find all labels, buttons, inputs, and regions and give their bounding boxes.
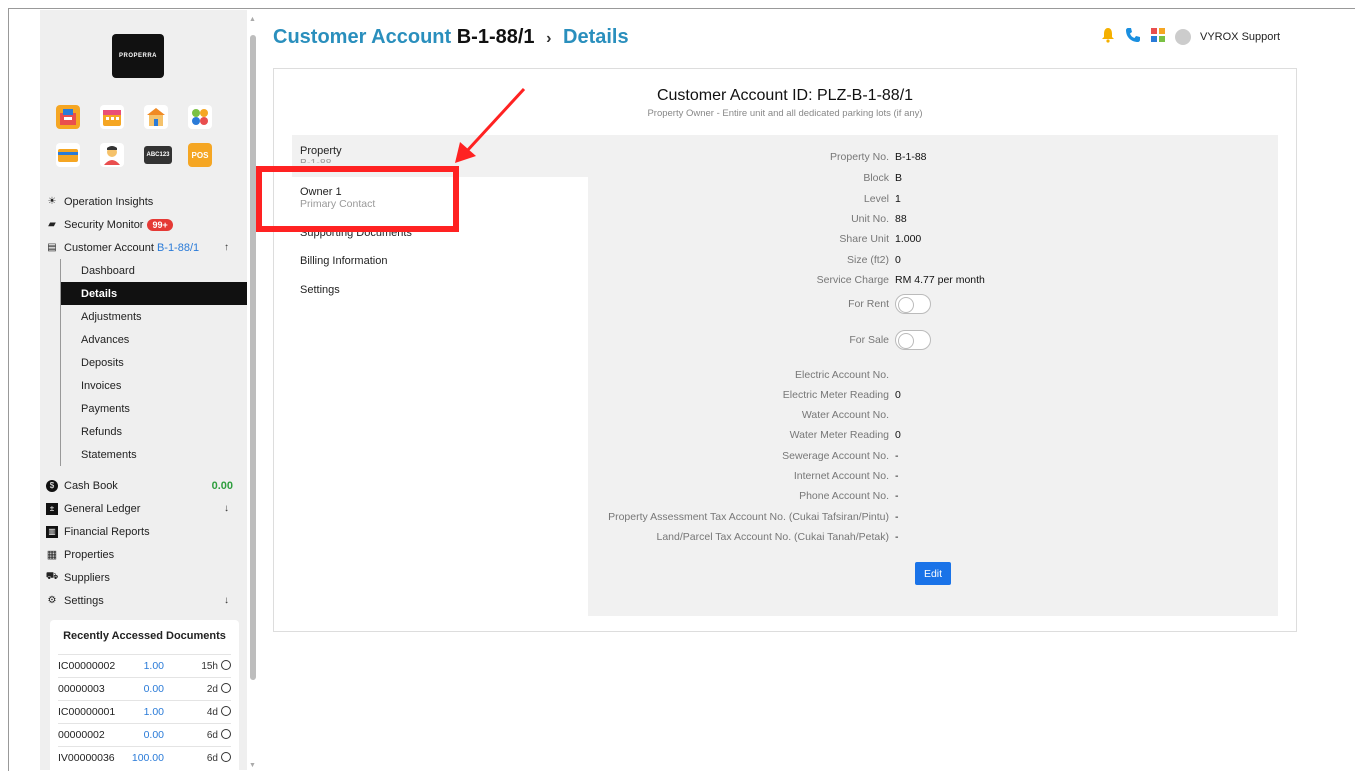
sidebar-sub-refunds[interactable]: Refunds [60,420,247,443]
for-sale-row: For Sale [588,330,1278,350]
customer-account-id: B-1-88/1 [156,241,200,254]
for-rent-toggle[interactable] [895,294,931,314]
recent-row[interactable]: 00000002 0.00 6d [58,723,231,746]
field-row: Sewerage Account No. - [782,450,899,462]
field-row: Property Assessment Tax Account No. (Cuk… [608,511,899,523]
field-row: Unit No. 88 [851,213,907,225]
field-row: Level 1 [863,193,901,205]
sidebar-item-suppliers[interactable]: ⛟ Suppliers [40,566,247,589]
field-row: Water Meter Reading 0 [789,429,901,441]
for-sale-toggle[interactable] [895,330,931,350]
field-row: Water Account No. [801,409,889,421]
recent-documents: Recently Accessed Documents IC00000002 1… [50,620,239,780]
collapse-arrow-icon[interactable]: ↑ [224,242,229,253]
lightbulb-icon: ☀ [47,196,57,207]
sidebar-sub-invoices[interactable]: Invoices [60,374,247,397]
clock-icon [221,660,231,670]
sidebar-item-settings[interactable]: ⚙ Settings ↓ [40,589,247,612]
recent-row[interactable]: IC00000001 1.00 4d [58,700,231,723]
field-row: Size (ft2) 0 [846,254,901,266]
for-rent-row: For Rent [588,294,1278,314]
sidebar-scrollbar[interactable]: ▲ ▼ [248,10,258,770]
account-subtitle: Property Owner - Entire unit and all ded… [647,108,923,119]
calendar-app-icon[interactable] [100,105,124,129]
sidebar: PROPERRA ABC123 POS ☀ Operation Insights… [40,10,247,780]
sidebar-sub-deposits[interactable]: Deposits [60,351,247,374]
account-card-icon: ▤ [47,242,57,253]
field-row: Electric Meter Reading 0 [782,389,901,401]
edit-button[interactable]: Edit [915,562,951,585]
people-app-icon[interactable] [188,105,212,129]
recent-documents-title: Recently Accessed Documents [63,630,226,642]
sidebar-item-cash-book[interactable]: $ Cash Book 0.00 [40,474,247,497]
ledger-icon: ± [46,502,58,515]
clock-icon [221,752,231,762]
app-icon-grid: ABC123 POS [56,105,236,167]
field-row: Phone Account No. - [799,490,899,502]
sidebar-item-customer-account[interactable]: ▤ Customer Account B-1-88/1 ↑ [40,236,247,259]
security-badge: 99+ [147,218,173,231]
account-title: Customer Account ID: PLZ-B-1-88/1 [656,87,914,104]
building-icon: ▦ [46,549,58,561]
accounting-app-icon[interactable] [56,105,80,129]
cctv-icon: ▰ [48,219,56,230]
sidebar-sub-adjustments[interactable]: Adjustments [60,305,247,328]
phone-icon[interactable] [1125,27,1141,46]
field-row: Internet Account No. - [793,470,899,482]
face-id-app-icon[interactable] [100,143,124,167]
field-row: Electric Account No. [795,369,889,381]
scrollbar-thumb[interactable] [250,35,256,680]
sidebar-item-security-monitor[interactable]: ▰ Security Monitor 99+ [40,213,247,236]
expand-arrow-icon[interactable]: ↓ [224,503,229,514]
sidebar-sub-details[interactable]: Details [60,282,247,305]
sidebar-item-properties[interactable]: ▦ Properties [40,543,247,566]
sidebar-item-general-ledger[interactable]: ± General Ledger ↓ [40,497,247,520]
sidebar-sub-statements[interactable]: Statements [60,443,247,466]
page-title: Customer Account B-1-88/1 › Details [273,26,629,48]
gear-icon: ⚙ [47,595,57,606]
recent-row[interactable]: 00000003 0.00 2d [58,677,231,700]
pos-app-icon[interactable]: POS [188,143,212,167]
apps-grid-icon[interactable] [1150,27,1166,46]
field-row: Property No. B-1-88 [830,151,927,163]
avatar[interactable] [1175,28,1191,45]
truck-icon: ⛟ [45,571,59,582]
field-row: Share Unit 1.000 [839,233,922,245]
sidebar-item-operation-insights[interactable]: ☀ Operation Insights [40,190,247,213]
tab-settings[interactable]: Settings [292,269,588,616]
scroll-down-icon[interactable]: ▼ [249,762,256,769]
property-details: Property No. B-1-88 Block B Level 1 Unit No… [588,135,1278,616]
user-name[interactable]: VYROX Support [1200,31,1280,43]
report-icon: ▥ [46,525,58,538]
recent-row[interactable]: IV00000036 100.00 6d [58,746,231,769]
tab-billing-information[interactable]: Billing Information [292,239,588,269]
card-app-icon[interactable] [56,143,80,167]
clock-icon [221,683,231,693]
header-actions: VYROX Support [1100,27,1280,46]
recent-row[interactable]: IC00000002 1.00 15h [58,654,231,677]
field-row: Service Charge RM 4.77 per month [816,274,985,286]
field-row: Block B [863,172,903,184]
logo[interactable]: PROPERRA [112,34,164,78]
sidebar-item-financial-reports[interactable]: ▥ Financial Reports [40,520,247,543]
field-row: Land/Parcel Tax Account No. (Cukai Tanah… [656,531,899,543]
clock-icon [221,706,231,716]
sidebar-sub-advances[interactable]: Advances [60,328,247,351]
building-app-icon[interactable] [144,105,168,129]
sidebar-sub-payments[interactable]: Payments [60,397,247,420]
expand-arrow-icon[interactable]: ↓ [224,595,229,606]
sidebar-sub-dashboard[interactable]: Dashboard [60,259,247,282]
scroll-up-icon[interactable]: ▲ [249,16,256,23]
details-panel: Customer Account ID: PLZ-B-1-88/1 Proper… [273,68,1297,632]
bell-icon[interactable] [1100,27,1116,46]
dollar-icon: $ [46,479,58,492]
cash-book-amount: 0.00 [211,479,233,492]
clock-icon [221,729,231,739]
plate-recognition-app-icon[interactable]: ABC123 [144,146,172,164]
annotation-highlight-box [256,166,459,232]
sidebar-nav: ☀ Operation Insights ▰ Security Monitor … [40,190,247,612]
